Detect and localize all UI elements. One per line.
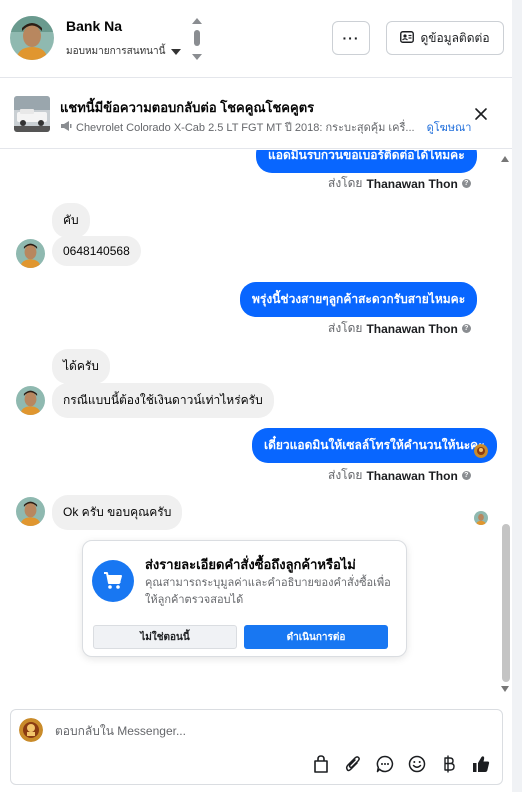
- sent-by-prefix: ส่งโดย: [328, 468, 363, 482]
- megaphone-icon: [60, 120, 72, 134]
- incoming-message[interactable]: คับ: [52, 203, 90, 238]
- continue-button[interactable]: ดำเนินการต่อ: [244, 625, 388, 649]
- saved-reply-icon[interactable]: [375, 754, 395, 774]
- sent-by-label: ส่งโดย Thanawan Thon ?: [328, 466, 471, 485]
- not-now-button[interactable]: ไม่ใช่ตอนนี้: [93, 625, 237, 649]
- scroll-thumb[interactable]: [502, 524, 510, 682]
- ad-title: แชทนี้มีข้อความตอบกลับต่อ โชคคูณโชคคูตร: [60, 100, 315, 115]
- bag-icon[interactable]: [311, 754, 331, 774]
- send-order-details-card: ส่งรายละเอียดคำสั่งซื้อถึงลูกค้าหรือไม่ …: [82, 540, 407, 657]
- incoming-message[interactable]: กรณีแบบนี้ต้องใช้เงินดาวน์เท่าไหร่ครับ: [52, 383, 274, 418]
- incoming-message[interactable]: ได้ครับ: [52, 349, 110, 384]
- sender-name: Thanawan Thon: [366, 176, 458, 191]
- incoming-message[interactable]: Ok ครับ ขอบคุณครับ: [52, 495, 183, 530]
- info-icon[interactable]: ?: [461, 179, 471, 188]
- info-icon[interactable]: ?: [461, 324, 471, 333]
- view-contact-info-label: ดูข้อมูลติดต่อ: [420, 30, 490, 45]
- baht-icon[interactable]: [439, 754, 459, 774]
- contact-avatar-small[interactable]: [16, 239, 45, 268]
- ad-thumbnail[interactable]: [14, 96, 50, 132]
- emoji-icon[interactable]: [407, 754, 427, 774]
- thread-scrollbar[interactable]: [498, 152, 512, 696]
- contact-card-icon: [400, 30, 415, 46]
- chevron-down-icon: [171, 48, 182, 55]
- card-description: คุณสามารถระบุมูลค่าและคำอธิบายของคำสั่งซ…: [145, 577, 391, 606]
- cart-icon: [92, 560, 134, 602]
- page-avatar: [19, 718, 43, 742]
- contact-avatar-small[interactable]: [16, 386, 45, 415]
- seen-receipt-avatar: [474, 444, 488, 458]
- sender-name: Thanawan Thon: [366, 468, 458, 483]
- seen-receipt-avatar: [474, 511, 488, 525]
- sent-by-label: ส่งโดย Thanawan Thon ?: [328, 319, 471, 338]
- scroll-down-arrow-icon[interactable]: [501, 686, 509, 692]
- window-edge: [512, 0, 522, 792]
- sent-by-prefix: ส่งโดย: [328, 321, 363, 335]
- assign-conversation-dropdown[interactable]: มอบหมายการสนทนานี้: [66, 44, 182, 59]
- reply-input[interactable]: [55, 720, 485, 742]
- paperclip-icon[interactable]: [343, 754, 363, 774]
- info-icon[interactable]: ?: [461, 471, 471, 480]
- sent-by-label: ส่งโดย Thanawan Thon ?: [328, 174, 471, 193]
- conversation-header: Bank Na มอบหมายการสนทนานี้ ··· ดูข้อมูลต…: [0, 0, 512, 78]
- scroll-up-arrow-icon[interactable]: [501, 156, 509, 162]
- outgoing-message[interactable]: พรุ่งนี้ช่วงสายๆลูกค้าสะดวกรับสายไหมคะ: [240, 282, 478, 317]
- sent-by-prefix: ส่งโดย: [328, 176, 363, 190]
- view-contact-info-button[interactable]: ดูข้อมูลติดต่อ: [386, 21, 504, 55]
- thumbs-up-icon[interactable]: [471, 754, 491, 774]
- outgoing-message[interactable]: เดี๋ยวแอดมินให้เซลล์โทรให้คำนวนให้นะคะ: [252, 428, 497, 463]
- ad-subtitle: Chevrolet Colorado X-Cab 2.5 LT FGT MT ป…: [76, 122, 415, 134]
- assign-label: มอบหมายการสนทนานี้: [66, 46, 166, 57]
- outgoing-message[interactable]: แอดมินรบกวนขอเบอร์ติดต่อได้ไหมคะ: [256, 150, 477, 173]
- ad-subtitle-row: Chevrolet Colorado X-Cab 2.5 LT FGT MT ป…: [60, 118, 471, 136]
- more-options-button[interactable]: ···: [332, 21, 370, 55]
- reply-composer: [10, 709, 503, 785]
- incoming-message[interactable]: 0648140568: [52, 236, 141, 266]
- card-title: ส่งรายละเอียดคำสั่งซื้อถึงลูกค้าหรือไม่: [145, 557, 356, 572]
- contact-name: Bank Na: [66, 18, 123, 34]
- prev-next-conversation-icon[interactable]: [190, 16, 204, 62]
- sender-name: Thanawan Thon: [366, 321, 458, 336]
- close-icon[interactable]: [472, 105, 490, 123]
- contact-avatar[interactable]: [10, 16, 54, 60]
- view-ad-link[interactable]: ดูโฆษณา: [427, 118, 472, 136]
- ad-referral-banner: แชทนี้มีข้อความตอบกลับต่อ โชคคูณโชคคูตร …: [0, 79, 512, 149]
- contact-avatar-small[interactable]: [16, 497, 45, 526]
